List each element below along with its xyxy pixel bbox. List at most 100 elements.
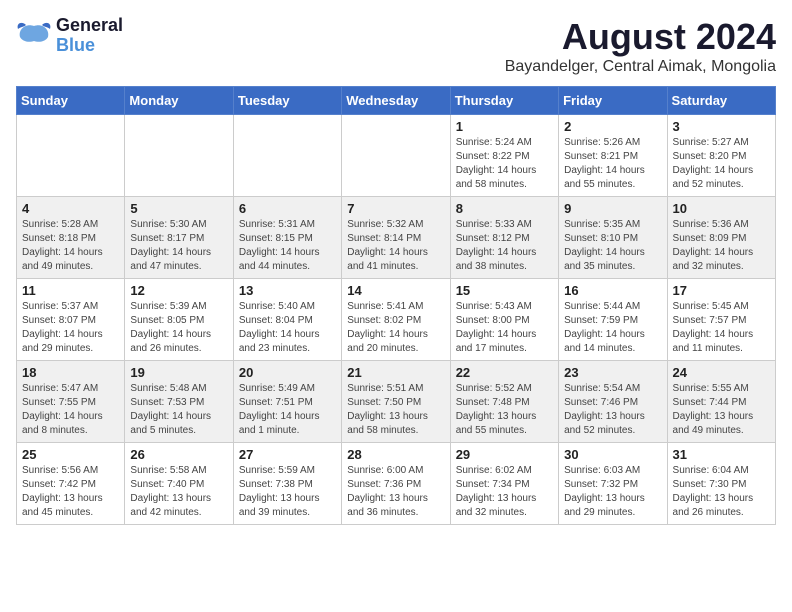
day-info: Sunrise: 6:02 AM Sunset: 7:34 PM Dayligh… [456, 464, 553, 520]
calendar-cell: 12 Sunrise: 5:39 AM Sunset: 8:05 PM Dayli… [125, 279, 233, 361]
day-info: Sunrise: 5:24 AM Sunset: 8:22 PM Dayligh… [456, 136, 553, 192]
calendar-cell [125, 115, 233, 197]
day-number: 6 [239, 201, 336, 216]
calendar-cell: 26 Sunrise: 5:58 AM Sunset: 7:40 PM Dayli… [125, 443, 233, 525]
day-number: 11 [22, 283, 119, 298]
calendar-cell: 3 Sunrise: 5:27 AM Sunset: 8:20 PM Daylig… [667, 115, 775, 197]
day-info: Sunrise: 5:30 AM Sunset: 8:17 PM Dayligh… [130, 218, 227, 274]
day-number: 12 [130, 283, 227, 298]
calendar-cell [17, 115, 125, 197]
calendar-header-row: SundayMondayTuesdayWednesdayThursdayFrid… [17, 87, 776, 115]
day-number: 22 [456, 365, 553, 380]
day-number: 26 [130, 447, 227, 462]
day-info: Sunrise: 5:58 AM Sunset: 7:40 PM Dayligh… [130, 464, 227, 520]
calendar-week-1: 1 Sunrise: 5:24 AM Sunset: 8:22 PM Daylig… [17, 115, 776, 197]
calendar-table: SundayMondayTuesdayWednesdayThursdayFrid… [16, 86, 776, 525]
day-info: Sunrise: 5:28 AM Sunset: 8:18 PM Dayligh… [22, 218, 119, 274]
logo: General Blue [16, 16, 123, 56]
day-info: Sunrise: 6:04 AM Sunset: 7:30 PM Dayligh… [673, 464, 770, 520]
day-number: 5 [130, 201, 227, 216]
day-info: Sunrise: 5:54 AM Sunset: 7:46 PM Dayligh… [564, 382, 661, 438]
calendar-week-4: 18 Sunrise: 5:47 AM Sunset: 7:55 PM Dayli… [17, 361, 776, 443]
calendar-cell [233, 115, 341, 197]
calendar-cell: 19 Sunrise: 5:48 AM Sunset: 7:53 PM Dayli… [125, 361, 233, 443]
calendar-cell: 14Sunrise: 5:41 AM Sunset: 8:02 PM Dayli… [342, 279, 450, 361]
header-tuesday: Tuesday [233, 87, 341, 115]
day-number: 7 [347, 201, 444, 216]
day-number: 24 [673, 365, 770, 380]
calendar-cell: 31 Sunrise: 6:04 AM Sunset: 7:30 PM Dayli… [667, 443, 775, 525]
calendar-cell: 1 Sunrise: 5:24 AM Sunset: 8:22 PM Daylig… [450, 115, 558, 197]
calendar-cell: 11 Sunrise: 5:37 AM Sunset: 8:07 PM Dayli… [17, 279, 125, 361]
day-number: 30 [564, 447, 661, 462]
calendar-week-3: 11 Sunrise: 5:37 AM Sunset: 8:07 PM Dayli… [17, 279, 776, 361]
day-info: Sunrise: 5:44 AM Sunset: 7:59 PM Dayligh… [564, 300, 661, 356]
day-info: Sunrise: 5:52 AM Sunset: 7:48 PM Dayligh… [456, 382, 553, 438]
calendar-cell: 29Sunrise: 6:02 AM Sunset: 7:34 PM Dayli… [450, 443, 558, 525]
calendar-cell: 5 Sunrise: 5:30 AM Sunset: 8:17 PM Daylig… [125, 197, 233, 279]
calendar-cell [342, 115, 450, 197]
calendar-cell: 6 Sunrise: 5:31 AM Sunset: 8:15 PM Daylig… [233, 197, 341, 279]
day-info: Sunrise: 5:35 AM Sunset: 8:10 PM Dayligh… [564, 218, 661, 274]
calendar-cell: 2Sunrise: 5:26 AM Sunset: 8:21 PM Daylig… [559, 115, 667, 197]
day-number: 20 [239, 365, 336, 380]
calendar-cell: 25 Sunrise: 5:56 AM Sunset: 7:42 PM Dayli… [17, 443, 125, 525]
day-info: Sunrise: 5:43 AM Sunset: 8:00 PM Dayligh… [456, 300, 553, 356]
calendar-cell: 7 Sunrise: 5:32 AM Sunset: 8:14 PM Daylig… [342, 197, 450, 279]
calendar-cell: 16 Sunrise: 5:44 AM Sunset: 7:59 PM Dayli… [559, 279, 667, 361]
day-number: 4 [22, 201, 119, 216]
day-info: Sunrise: 5:56 AM Sunset: 7:42 PM Dayligh… [22, 464, 119, 520]
logo-text: General Blue [56, 16, 123, 56]
day-info: Sunrise: 5:48 AM Sunset: 7:53 PM Dayligh… [130, 382, 227, 438]
calendar-cell: 15 Sunrise: 5:43 AM Sunset: 8:00 PM Dayli… [450, 279, 558, 361]
day-info: Sunrise: 5:51 AM Sunset: 7:50 PM Dayligh… [347, 382, 444, 438]
header-wednesday: Wednesday [342, 87, 450, 115]
day-info: Sunrise: 5:59 AM Sunset: 7:38 PM Dayligh… [239, 464, 336, 520]
day-number: 25 [22, 447, 119, 462]
day-number: 23 [564, 365, 661, 380]
day-number: 19 [130, 365, 227, 380]
calendar-cell: 13Sunrise: 5:40 AM Sunset: 8:04 PM Dayli… [233, 279, 341, 361]
title-block: August 2024 Bayandelger, Central Aimak, … [505, 16, 776, 76]
day-info: Sunrise: 5:49 AM Sunset: 7:51 PM Dayligh… [239, 382, 336, 438]
day-number: 10 [673, 201, 770, 216]
calendar-title: August 2024 [505, 16, 776, 58]
day-number: 21 [347, 365, 444, 380]
day-number: 13 [239, 283, 336, 298]
day-info: Sunrise: 5:32 AM Sunset: 8:14 PM Dayligh… [347, 218, 444, 274]
day-number: 17 [673, 283, 770, 298]
day-info: Sunrise: 5:39 AM Sunset: 8:05 PM Dayligh… [130, 300, 227, 356]
day-number: 15 [456, 283, 553, 298]
day-number: 31 [673, 447, 770, 462]
day-number: 8 [456, 201, 553, 216]
calendar-cell: 9 Sunrise: 5:35 AM Sunset: 8:10 PM Daylig… [559, 197, 667, 279]
calendar-cell: 10 Sunrise: 5:36 AM Sunset: 8:09 PM Dayli… [667, 197, 775, 279]
calendar-cell: 17Sunrise: 5:45 AM Sunset: 7:57 PM Dayli… [667, 279, 775, 361]
calendar-cell: 28Sunrise: 6:00 AM Sunset: 7:36 PM Dayli… [342, 443, 450, 525]
day-number: 1 [456, 119, 553, 134]
day-number: 28 [347, 447, 444, 462]
calendar-week-2: 4 Sunrise: 5:28 AM Sunset: 8:18 PM Daylig… [17, 197, 776, 279]
day-number: 16 [564, 283, 661, 298]
day-info: Sunrise: 5:33 AM Sunset: 8:12 PM Dayligh… [456, 218, 553, 274]
day-number: 9 [564, 201, 661, 216]
day-number: 3 [673, 119, 770, 134]
calendar-cell: 21 Sunrise: 5:51 AM Sunset: 7:50 PM Dayli… [342, 361, 450, 443]
day-info: Sunrise: 5:26 AM Sunset: 8:21 PM Dayligh… [564, 136, 661, 192]
logo-icon [16, 21, 52, 51]
day-info: Sunrise: 5:36 AM Sunset: 8:09 PM Dayligh… [673, 218, 770, 274]
header-thursday: Thursday [450, 87, 558, 115]
day-info: Sunrise: 5:37 AM Sunset: 8:07 PM Dayligh… [22, 300, 119, 356]
day-info: Sunrise: 5:31 AM Sunset: 8:15 PM Dayligh… [239, 218, 336, 274]
calendar-cell: 4 Sunrise: 5:28 AM Sunset: 8:18 PM Daylig… [17, 197, 125, 279]
header-monday: Monday [125, 87, 233, 115]
calendar-cell: 20 Sunrise: 5:49 AM Sunset: 7:51 PM Dayli… [233, 361, 341, 443]
calendar-subtitle: Bayandelger, Central Aimak, Mongolia [505, 58, 776, 76]
day-info: Sunrise: 5:47 AM Sunset: 7:55 PM Dayligh… [22, 382, 119, 438]
calendar-cell: 30 Sunrise: 6:03 AM Sunset: 7:32 PM Dayli… [559, 443, 667, 525]
header-friday: Friday [559, 87, 667, 115]
day-number: 18 [22, 365, 119, 380]
day-info: Sunrise: 6:03 AM Sunset: 7:32 PM Dayligh… [564, 464, 661, 520]
day-number: 27 [239, 447, 336, 462]
day-info: Sunrise: 5:27 AM Sunset: 8:20 PM Dayligh… [673, 136, 770, 192]
